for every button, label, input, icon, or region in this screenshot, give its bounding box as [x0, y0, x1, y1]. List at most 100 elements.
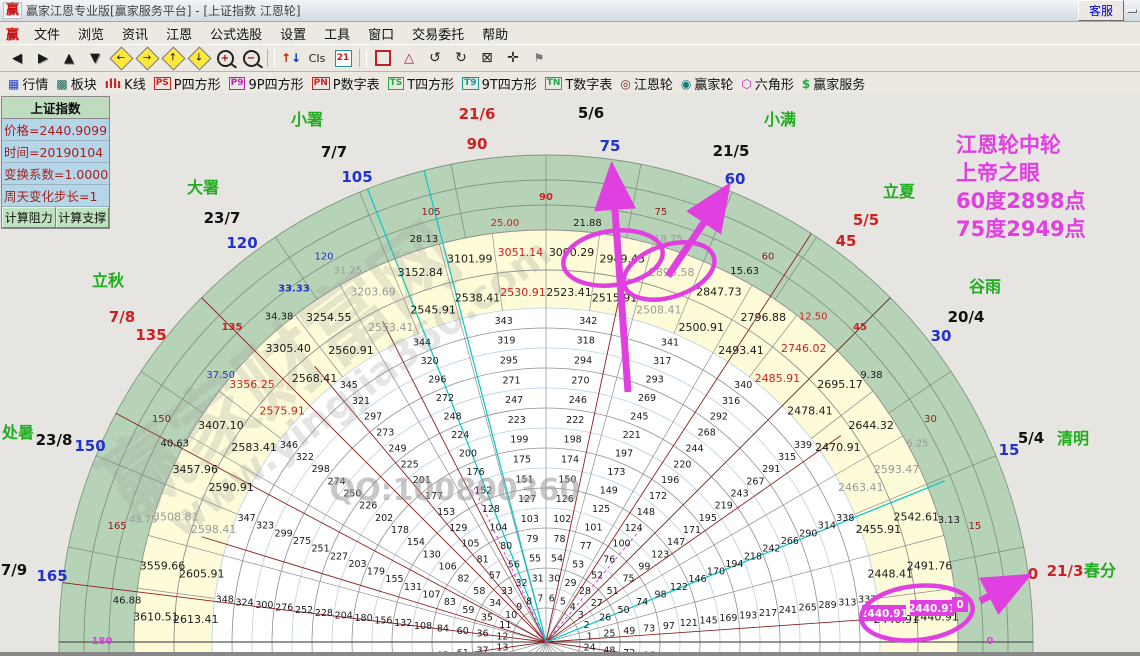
svg-text:73: 73	[643, 623, 655, 634]
calc-resistance-button[interactable]: 计算阻力	[2, 207, 56, 228]
svg-text:2590.91: 2590.91	[208, 481, 254, 494]
toolbar-item-t-sifangxing[interactable]: TST四方形	[388, 74, 455, 93]
calendar-icon[interactable]: 21	[331, 48, 355, 68]
svg-text:28: 28	[579, 586, 591, 597]
toolbar-item-jiangenlun[interactable]: ◎江恩轮	[620, 74, 673, 93]
triangle-tool-icon[interactable]: △	[397, 48, 421, 68]
svg-text:2746.02: 2746.02	[781, 342, 827, 355]
p-shuzibiao-icon: PN	[312, 77, 330, 90]
kefu-button[interactable]: 客服	[1078, 0, 1124, 21]
svg-text:74: 74	[636, 597, 648, 608]
svg-text:26: 26	[599, 613, 611, 624]
svg-text:108: 108	[414, 621, 432, 632]
svg-text:2538.41: 2538.41	[455, 292, 501, 305]
updown-icon[interactable]: ↑↓	[279, 48, 303, 68]
svg-text:82: 82	[457, 574, 469, 585]
svg-text:50: 50	[618, 605, 630, 616]
svg-text:31.25: 31.25	[333, 266, 362, 277]
toolbar-item-hangqing[interactable]: ▦行情	[8, 74, 48, 93]
svg-text:1: 1	[587, 631, 593, 642]
crosshair-icon[interactable]: ✛	[501, 48, 525, 68]
svg-text:52: 52	[591, 570, 603, 581]
rotate-ccw-icon[interactable]: ↺	[423, 48, 447, 68]
svg-text:25.00: 25.00	[491, 218, 520, 229]
diamond-up-icon[interactable]: ↑	[161, 48, 185, 68]
toolbar-item-p-sifangxing[interactable]: PSP四方形	[154, 74, 221, 93]
svg-text:316: 316	[722, 396, 740, 407]
toolbar-item-liujiaoxing[interactable]: ⬡六角形	[741, 74, 794, 93]
menu-item-3[interactable]: 江恩	[157, 26, 201, 45]
nav-up-icon[interactable]: ▲	[57, 48, 81, 68]
svg-text:2695.17: 2695.17	[817, 378, 863, 391]
svg-text:345: 345	[340, 380, 358, 391]
svg-text:3051.14: 3051.14	[498, 246, 544, 259]
svg-text:348: 348	[216, 595, 234, 606]
svg-text:3457.96: 3457.96	[173, 463, 219, 476]
svg-text:54: 54	[551, 554, 563, 565]
svg-text:13: 13	[496, 643, 508, 652]
menu-item-8[interactable]: 交易委托	[403, 26, 473, 45]
svg-text:322: 322	[296, 452, 314, 463]
zoom-out-icon[interactable]: −	[239, 48, 263, 68]
cls-button[interactable]: CIs	[305, 48, 329, 68]
toolbar-item-9p-sifangxing[interactable]: P99P四方形	[229, 74, 304, 93]
menu-item-2[interactable]: 资讯	[113, 26, 157, 45]
menu-item-4[interactable]: 公式选股	[201, 26, 271, 45]
diamond-left-icon[interactable]: ←	[109, 48, 133, 68]
svg-text:218: 218	[744, 551, 762, 562]
svg-text:90: 90	[539, 192, 553, 203]
toolbar-item-yingjiafuwu[interactable]: $赢家服务	[802, 74, 865, 93]
svg-text:4: 4	[570, 602, 576, 613]
menu-item-0[interactable]: 文件	[25, 26, 69, 45]
svg-text:317: 317	[653, 356, 671, 367]
svg-text:200: 200	[459, 449, 477, 460]
svg-text:3101.99: 3101.99	[447, 253, 493, 266]
menu-item-1[interactable]: 浏览	[69, 26, 113, 45]
menu-item-6[interactable]: 工具	[315, 26, 359, 45]
toolbar-item-kxian[interactable]: ıllıK线	[105, 74, 146, 93]
edge-button[interactable]	[1127, 9, 1137, 13]
toolbar-item-9t-sifangxing[interactable]: T99T四方形	[462, 74, 537, 93]
svg-text:227: 227	[330, 551, 348, 562]
svg-text:247: 247	[505, 395, 523, 406]
toolbar-item-yingjialun[interactable]: ◉赢家轮	[681, 74, 734, 93]
diamond-right-icon[interactable]: →	[135, 48, 159, 68]
p-sifangxing-icon: PS	[154, 77, 171, 90]
svg-text:小署: 小署	[291, 110, 323, 129]
svg-text:75: 75	[655, 207, 668, 218]
rotate-cw-icon[interactable]: ↻	[449, 48, 473, 68]
panel-row-0: 价格=2440.9099	[2, 119, 109, 141]
index-name: 上证指数	[2, 97, 109, 119]
svg-text:320: 320	[421, 356, 439, 367]
boxed-x-icon[interactable]: ⊠	[475, 48, 499, 68]
menu-item-9[interactable]: 帮助	[473, 26, 517, 45]
svg-text:132: 132	[394, 618, 412, 629]
svg-text:97: 97	[663, 621, 675, 632]
svg-text:314: 314	[818, 521, 836, 532]
svg-text:5/4: 5/4	[1018, 429, 1044, 447]
menu-item-7[interactable]: 窗口	[359, 26, 403, 45]
svg-text:2493.41: 2493.41	[718, 344, 764, 357]
svg-text:105: 105	[341, 168, 372, 186]
svg-text:178: 178	[391, 525, 409, 536]
menu-item-5[interactable]: 设置	[271, 26, 315, 45]
svg-text:81: 81	[477, 554, 489, 565]
toolbar-item-t-shuzibiao[interactable]: TNT数字表	[545, 74, 613, 93]
nav-left-icon[interactable]: ◀	[5, 48, 29, 68]
diamond-down-icon[interactable]: ↓	[187, 48, 211, 68]
svg-text:98: 98	[655, 590, 667, 601]
toolbar-item-bankuai[interactable]: ▩板块	[56, 74, 96, 93]
projector-icon[interactable]: ⚑	[527, 48, 551, 68]
toolbar-item-p-shuzibiao[interactable]: PNP数字表	[312, 74, 380, 93]
zoom-in-icon[interactable]: +	[213, 48, 237, 68]
svg-text:222: 222	[566, 415, 584, 426]
nav-right-icon[interactable]: ▶	[31, 48, 55, 68]
svg-text:30: 30	[931, 327, 952, 345]
square-tool-icon[interactable]	[371, 48, 395, 68]
svg-text:21/5: 21/5	[713, 142, 750, 160]
svg-text:241: 241	[779, 605, 797, 616]
nav-down-icon[interactable]: ▼	[83, 48, 107, 68]
svg-text:244: 244	[685, 443, 703, 454]
menu-bar: 赢 文件浏览资讯江恩公式选股设置工具窗口交易委托帮助	[0, 22, 1140, 44]
calc-support-button[interactable]: 计算支撑	[56, 207, 110, 228]
